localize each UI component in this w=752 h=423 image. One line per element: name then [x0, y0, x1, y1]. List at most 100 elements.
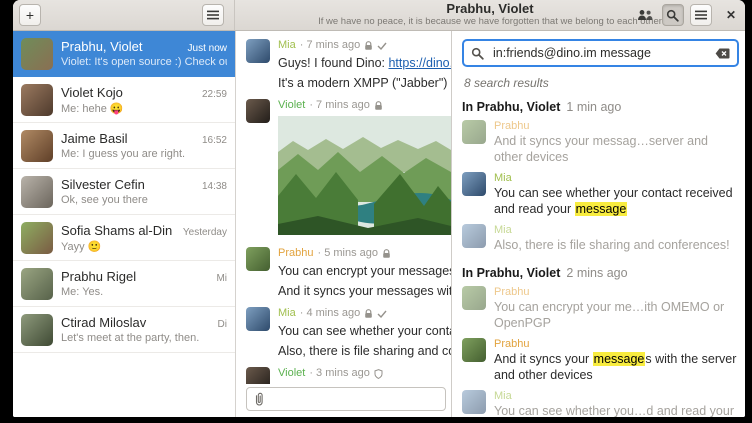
search-result-row[interactable]: PrabhuAnd it syncs your messages with th… [462, 334, 739, 386]
search-entry[interactable] [462, 39, 739, 67]
conversation-name: Sofia Shams al-Din [61, 223, 177, 238]
avatar [21, 314, 53, 346]
delivered-check-icon [377, 42, 387, 50]
search-result-body: PrabhuAnd it syncs your messag…server an… [494, 120, 739, 165]
search-section-conversation: In Prabhu, Violet [462, 100, 560, 114]
conversation-preview: Ok, see you there [61, 194, 227, 206]
conversation-time: Just now [188, 43, 227, 54]
message-meta: Mia· 7 mins ago [278, 39, 451, 52]
search-result-row[interactable]: MiaYou can see whether your contact rece… [462, 168, 739, 220]
conversation-item[interactable]: Jaime Basil16:52Me: I guess you are righ… [13, 123, 235, 169]
message-meta: Violet· 7 mins ago [278, 99, 451, 112]
add-conversation-button[interactable]: + [19, 4, 41, 26]
message-meta: Mia· 4 mins ago [278, 307, 451, 320]
search-input[interactable] [491, 45, 708, 61]
conversation-preview: Me: Yes. [61, 286, 227, 298]
avatar [246, 307, 270, 331]
search-result-row[interactable]: MiaYou can see whether you…d and read yo… [462, 386, 739, 417]
conversation-item[interactable]: Sofia Shams al-DinYesterdayYayy 🙂 [13, 215, 235, 261]
conversation-menu-button[interactable] [690, 4, 712, 26]
search-result-text: And it syncs your messag…server and othe… [494, 133, 739, 165]
search-result-author: Prabhu [494, 120, 739, 133]
search-result-row[interactable]: MiaAlso, there is file sharing and confe… [462, 220, 739, 256]
hamburger-icon [695, 10, 707, 20]
search-section-conversation: In Prabhu, Violet [462, 266, 560, 280]
message-list: Mia· 7 mins agoGuys! I found Dino: https… [236, 33, 451, 384]
conversation-info: Prabhu, VioletJust nowViolet: It's open … [61, 39, 227, 68]
conversation-name: Ctirad Miloslav [61, 315, 212, 330]
search-result-text: And it syncs your messages with the serv… [494, 351, 739, 383]
avatar [246, 39, 270, 63]
shared-photo[interactable] [278, 116, 451, 240]
conversation-header: Prabhu, Violet If we have no peace, it i… [235, 0, 745, 30]
message-text: Also, there is file sharing and conferen [278, 343, 451, 360]
conversation-item[interactable]: Silvester Cefin14:38 Ok, see you there [13, 169, 235, 215]
search-result-body: MiaAlso, there is file sharing and confe… [494, 224, 739, 253]
avatar [462, 390, 486, 414]
search-result-author: Prabhu [494, 338, 739, 351]
search-result-row[interactable]: PrabhuAnd it syncs your messag…server an… [462, 116, 739, 168]
search-section-time: 1 min ago [566, 100, 621, 114]
message-link[interactable]: https://dino.im [388, 56, 451, 70]
chat-message: Violet· 7 mins ago [236, 93, 451, 241]
search-result-row[interactable]: PrabhuYou can encrypt your me…ith OMEMO … [462, 282, 739, 334]
conversation-info: Violet Kojo22:59Me: hehe 😛 [61, 85, 227, 115]
conversation-time: Mi [216, 273, 227, 284]
message-author: Mia [278, 307, 296, 320]
search-results-list: In Prabhu, Violet1 min agoPrabhuAnd it s… [462, 100, 739, 417]
conversation-top-line: Silvester Cefin14:38 [61, 177, 227, 192]
message-body: Prabhu· 5 mins agoYou can encrypt your m… [278, 247, 451, 300]
avatar [462, 286, 486, 310]
message-text-segment: Guys! I found Dino: [278, 56, 388, 70]
message-time: · 5 mins ago [317, 247, 378, 260]
message-composer[interactable] [246, 387, 446, 411]
members-button[interactable] [634, 4, 656, 26]
header-actions: ✕ [634, 4, 736, 26]
message-time: · 7 mins ago [300, 39, 361, 52]
close-button[interactable]: ✕ [726, 8, 736, 22]
conversation-item[interactable]: Violet Kojo22:59Me: hehe 😛 [13, 77, 235, 123]
conversation-top-line: Prabhu, VioletJust now [61, 39, 227, 54]
conversation-item[interactable]: Ctirad MiloslavDiLet's meet at the party… [13, 307, 235, 353]
conversation-item[interactable]: Prabhu, VioletJust nowViolet: It's open … [13, 31, 235, 77]
clear-search-icon[interactable] [715, 48, 730, 59]
conversation-name: Prabhu Rigel [61, 269, 210, 284]
delivered-check-icon [377, 310, 387, 318]
message-body: Mia· 7 mins ago Guys! I found Dino: https… [278, 39, 451, 92]
search-highlight: message [575, 202, 628, 216]
people-icon [637, 9, 653, 21]
message-author: Violet [278, 367, 305, 380]
app-menu-button[interactable] [202, 4, 224, 26]
conversation-name: Violet Kojo [61, 85, 196, 100]
avatar [462, 120, 486, 144]
search-results-count: 8 search results [464, 76, 739, 90]
message-meta: Prabhu · 5 mins ago [278, 247, 451, 260]
avatar [21, 84, 53, 116]
search-pane: 8 search results In Prabhu, Violet 1 min … [451, 31, 745, 417]
sidebar-header: + [13, 0, 235, 30]
conversation-name: Silvester Cefin [61, 177, 196, 192]
paperclip-icon[interactable] [253, 392, 265, 407]
lock-icon [364, 309, 373, 319]
message-text: And it syncs your messages with the se [278, 283, 451, 300]
avatar [21, 268, 53, 300]
avatar [462, 338, 486, 362]
search-result-body: MiaYou can see whether your contact rece… [494, 172, 739, 217]
message-input[interactable] [271, 391, 439, 407]
shield-icon [374, 369, 383, 379]
search-result-text: Also, there is file sharing and conferen… [494, 237, 739, 253]
message-time: · 7 mins ago [309, 99, 370, 112]
search-section-header: In Prabhu, Violet 1 min ago [462, 100, 739, 114]
conversation-time: 22:59 [202, 89, 227, 100]
avatar [462, 172, 486, 196]
conversation-item[interactable]: Prabhu Rigel Mi Me: Yes. [13, 261, 235, 307]
hamburger-icon [207, 10, 219, 20]
conversation-top-line: Jaime Basil16:52 [61, 131, 227, 146]
avatar [21, 176, 53, 208]
avatar [21, 222, 53, 254]
search-result-body: PrabhuAnd it syncs your messages with th… [494, 338, 739, 383]
search-toggle-button[interactable] [662, 4, 684, 26]
search-icon [471, 47, 484, 60]
message-author: Prabhu [278, 247, 313, 260]
message-meta: Violet· 3 mins ago [278, 367, 451, 380]
